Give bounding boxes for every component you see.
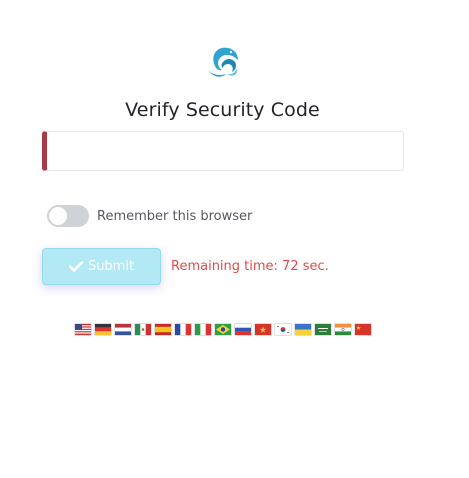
dolphin-logo (205, 41, 242, 85)
submit-button[interactable]: Submit (42, 248, 161, 285)
flag-us[interactable] (75, 324, 91, 335)
flag-in[interactable] (335, 324, 351, 335)
flag-ru[interactable] (235, 324, 251, 335)
flag-es[interactable] (155, 324, 171, 335)
submit-label: Submit (87, 259, 135, 274)
flag-cn[interactable] (355, 324, 371, 335)
remaining-time-text: Remaining time: 72 sec. (171, 259, 329, 274)
language-flags (75, 324, 371, 335)
flag-de[interactable] (95, 324, 111, 335)
flag-fr[interactable] (175, 324, 191, 335)
remember-browser-row: Remember this browser (47, 205, 252, 227)
toggle-knob (49, 207, 67, 225)
remember-browser-label: Remember this browser (97, 208, 253, 224)
flag-br[interactable] (215, 324, 231, 335)
check-icon (68, 261, 83, 272)
flag-mx[interactable] (135, 324, 151, 335)
flag-nl[interactable] (115, 324, 131, 335)
flag-sa[interactable] (315, 324, 331, 335)
flag-vn[interactable] (255, 324, 271, 335)
remember-browser-toggle[interactable] (47, 205, 89, 227)
flag-ua[interactable] (295, 324, 311, 335)
page-title: Verify Security Code (125, 99, 320, 121)
dolphin-logo-icon (209, 47, 238, 77)
flag-kr[interactable] (275, 324, 291, 335)
security-code-input[interactable] (42, 131, 404, 171)
flag-it[interactable] (195, 324, 211, 335)
